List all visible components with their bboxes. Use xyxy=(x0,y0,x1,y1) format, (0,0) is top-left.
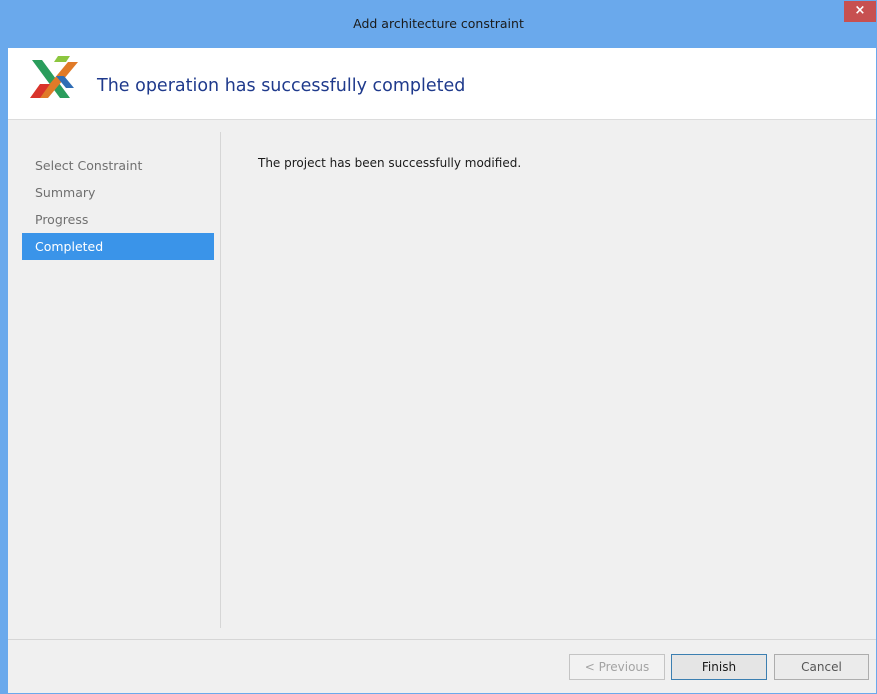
close-button[interactable]: × xyxy=(844,1,876,22)
step-summary[interactable]: Summary xyxy=(22,179,214,206)
step-completed[interactable]: Completed xyxy=(22,233,214,260)
finish-button[interactable]: Finish xyxy=(671,654,767,680)
footer-divider xyxy=(8,639,876,640)
dialog-content: The operation has successfully completed… xyxy=(8,48,876,693)
wizard-steps: Select Constraint Summary Progress Compl… xyxy=(22,152,214,260)
dialog-window: Add architecture constraint × The operat… xyxy=(0,0,877,694)
sidebar-divider xyxy=(220,132,221,628)
window-title: Add architecture constraint xyxy=(353,16,524,31)
status-message: The project has been successfully modifi… xyxy=(258,156,522,170)
page-title: The operation has successfully completed xyxy=(97,76,466,96)
close-icon: × xyxy=(854,3,866,18)
step-progress[interactable]: Progress xyxy=(22,206,214,233)
previous-button[interactable]: < Previous xyxy=(569,654,665,680)
x-cross-logo-icon xyxy=(30,56,78,98)
wizard-header: The operation has successfully completed xyxy=(8,48,876,120)
step-select-constraint[interactable]: Select Constraint xyxy=(22,152,214,179)
title-bar[interactable]: Add architecture constraint × xyxy=(0,0,877,48)
cancel-button[interactable]: Cancel xyxy=(774,654,869,680)
